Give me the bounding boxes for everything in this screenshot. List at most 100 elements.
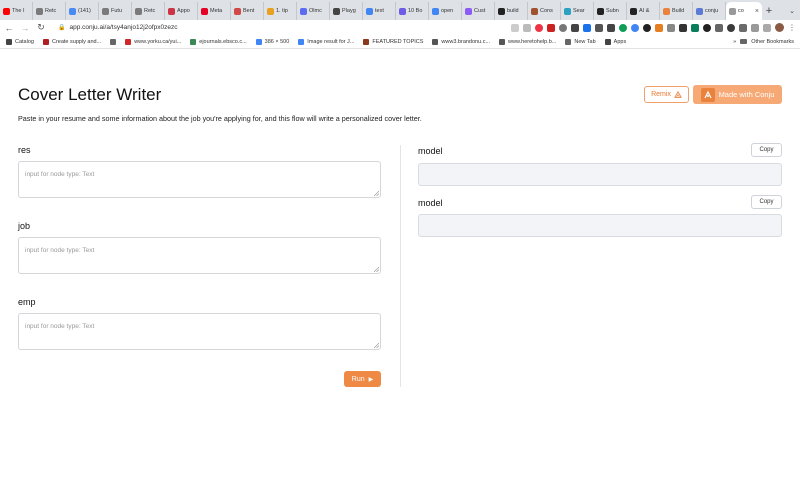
extension-icon[interactable] [583,23,591,32]
model-output-box[interactable] [418,214,782,237]
remix-icon [674,90,682,98]
resize-handle-icon[interactable] [374,343,379,348]
browser-tab[interactable]: Sear [561,2,594,20]
tab-label: Meta [210,8,223,14]
extension-icon[interactable] [631,23,639,32]
extension-icon[interactable] [547,23,555,32]
bookmarks-bar: Catalog Create supply and... www.yorku.ca/… [0,35,800,49]
extension-icon[interactable] [703,23,711,32]
browser-tab[interactable]: Cust [462,2,495,20]
browser-tab[interactable]: Playg [330,2,363,20]
bookmark-item[interactable] [110,38,117,45]
job-label: job [18,221,31,231]
extension-icon[interactable] [559,23,567,32]
copy-button[interactable]: Copy [751,195,782,209]
browser-tab[interactable]: Futu [99,2,132,20]
menu-kebab-icon[interactable]: ⋮ [788,23,796,32]
olm-icon [300,7,307,15]
browser-tab[interactable]: Bent [231,2,264,20]
puzzle-icon[interactable] [751,23,759,32]
tab-label: Cust [474,8,486,14]
bookmark-item[interactable]: ejournals.ebsco.c... [190,38,247,45]
bookmark-item[interactable]: www3.brandonu.c... [432,38,491,45]
extension-icon[interactable] [607,23,615,32]
extension-icon[interactable] [571,23,579,32]
extension-icon[interactable] [739,23,747,32]
extension-icon[interactable] [691,23,699,32]
res-textarea[interactable]: input for node type: Text [18,161,381,198]
sidebar-icon[interactable] [763,23,771,32]
browser-tab[interactable]: co × [726,2,762,20]
bookmark-item[interactable]: Catalog [6,38,34,45]
browser-tab[interactable]: conju [693,2,726,20]
bookmark-item[interactable]: 386 × 500 [255,38,289,45]
tab-label: Bent [243,8,255,14]
bookmark-item[interactable]: Apps [604,38,626,45]
bookmark-item[interactable]: Image result for J... [298,38,354,45]
bookmark-item[interactable]: New Tab [565,38,596,45]
job-textarea[interactable]: input for node type: Text [18,237,381,274]
browser-tab[interactable]: Cons [528,2,561,20]
bookmark-item[interactable]: FEATURED TOPICS [363,38,423,45]
run-button[interactable]: Run ▶ [344,371,381,387]
other-bookmarks-label: Other Bookmarks [751,38,794,45]
tab-label: Appo [177,8,190,14]
extension-icon[interactable] [535,23,543,32]
bookmark-label: www3.brandonu.c... [441,38,491,45]
extension-icon[interactable] [595,23,603,32]
close-tab-icon[interactable]: × [755,8,759,15]
back-arrow-icon[interactable]: ← [4,23,14,33]
extensions-row: ⋮ [511,23,796,32]
extension-icon[interactable] [619,23,627,32]
bookmark-item[interactable]: www.yorku.ca/yui... [125,38,181,45]
bookmark-item[interactable]: www.heretohelp.b... [499,38,556,45]
share-icon[interactable] [511,23,519,32]
bookmark-label: Catalog [15,38,34,45]
remix-button[interactable]: Remix [644,86,689,103]
emp-textarea[interactable]: input for node type: Text [18,313,381,350]
model-output-box[interactable] [418,163,782,186]
browser-tab[interactable]: Subn [594,2,627,20]
tab-label: build [507,8,519,14]
bookmark-label: ejournals.ebsco.c... [199,38,247,45]
browser-tab[interactable]: The I [0,2,33,20]
extension-icon[interactable] [727,23,735,32]
extension-icon[interactable] [715,23,723,32]
forward-arrow-icon[interactable]: → [20,23,30,33]
profile-avatar[interactable] [775,23,784,32]
star-icon[interactable] [523,23,531,32]
browser-tab[interactable]: Retc [132,2,165,20]
extension-icon[interactable] [643,23,651,32]
extension-icon[interactable] [679,23,687,32]
browser-tab[interactable]: Meta [198,2,231,20]
tab-label: The I [12,8,25,14]
other-bookmarks[interactable]: » Other Bookmarks [733,39,794,45]
extension-icon[interactable] [655,23,663,32]
extension-icon[interactable] [667,23,675,32]
resize-handle-icon[interactable] [374,191,379,196]
tab-label: conju [705,8,719,14]
bookmark-favicon-icon [432,38,439,45]
new-tab-button[interactable]: + [762,2,776,20]
browser-tab[interactable]: AI & [627,2,660,20]
bookmark-item[interactable]: Create supply and... [42,38,101,45]
browser-tab[interactable]: Appo [165,2,198,20]
browser-tab[interactable]: Retc [33,2,66,20]
browser-tab[interactable]: Build [660,2,693,20]
copy-button[interactable]: Copy [751,143,782,157]
browser-tab[interactable]: build [495,2,528,20]
tab-label: 10 Bo [408,8,423,14]
browser-tab[interactable]: Olmc [297,2,330,20]
made-with-conju-button[interactable]: Made with Conju [693,85,782,104]
browser-tab[interactable]: (141) [66,2,99,20]
address-bar[interactable]: 🔒 app.conju.ai/a/tsy4anjo12j2ofpx0zezc [52,22,312,34]
tab-label: Retc [45,8,57,14]
resize-handle-icon[interactable] [374,267,379,272]
reload-icon[interactable]: ↻ [36,22,46,33]
browser-tab[interactable]: 1. tip [264,2,297,20]
browser-tab[interactable]: open [429,2,462,20]
browser-tab[interactable]: 10 Bo [396,2,429,20]
conju-icon [696,7,703,15]
tab-search-chevron-icon[interactable]: ⌄ [784,2,800,20]
browser-tab[interactable]: text [363,2,396,20]
